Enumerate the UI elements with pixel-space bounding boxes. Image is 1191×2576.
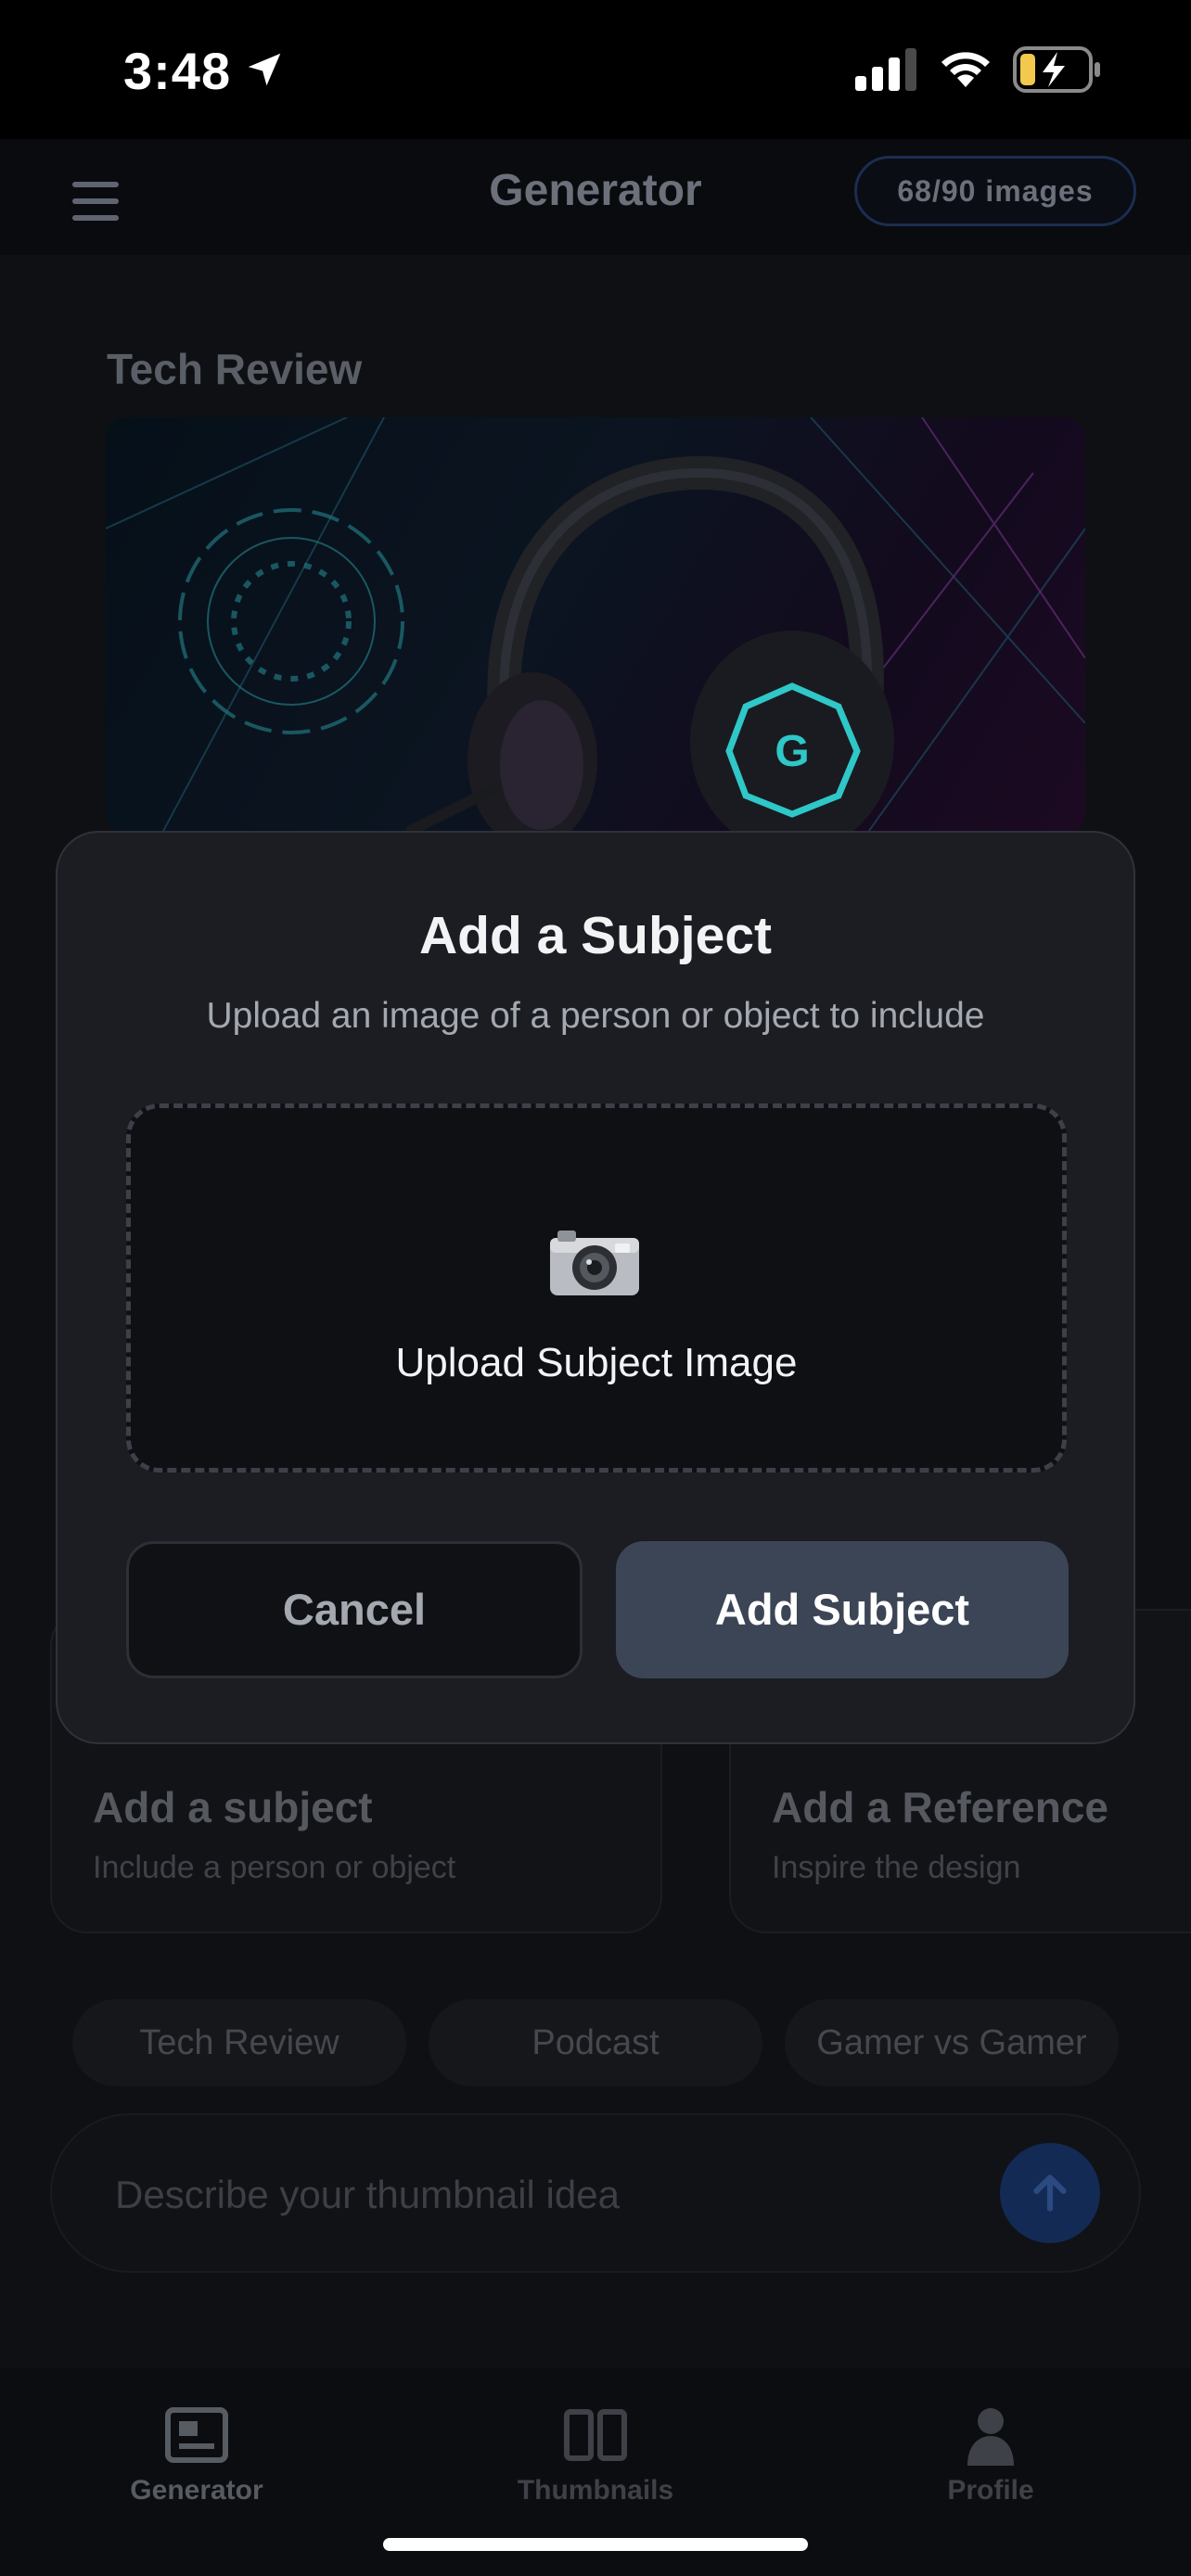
- tab-generator-label: Generator: [130, 2475, 263, 2506]
- upload-subject-dropzone[interactable]: Upload Subject Image: [126, 1103, 1067, 1473]
- person-icon: [967, 2408, 1014, 2466]
- headphones-preview-art: G: [106, 417, 1085, 835]
- tab-thumbnails-label: Thumbnails: [517, 2475, 674, 2506]
- cellular-signal-icon: [855, 48, 916, 91]
- battery-charging-icon: [1013, 46, 1100, 93]
- add-subject-subtitle: Include a person or object: [93, 1850, 456, 1885]
- app-header: Generator 68/90 images: [0, 139, 1191, 255]
- modal-subtitle: Upload an image of a person or object to…: [206, 996, 985, 1036]
- image-icon: [165, 2407, 228, 2463]
- upload-subject-label: Upload Subject Image: [395, 1340, 798, 1385]
- home-indicator: [383, 2538, 808, 2551]
- cancel-button[interactable]: Cancel: [126, 1541, 583, 1678]
- prompt-input[interactable]: Describe your thumbnail idea: [50, 2113, 1141, 2273]
- status-bar: 3:48: [0, 0, 1191, 139]
- columns-icon: [564, 2409, 627, 2461]
- add-subject-title: Add a subject: [93, 1783, 373, 1831]
- add-reference-title: Add a Reference: [772, 1783, 1109, 1831]
- location-arrow-icon: [248, 53, 281, 86]
- arrow-up-icon: [1033, 2174, 1067, 2212]
- template-preview-image[interactable]: G: [106, 417, 1085, 835]
- tab-profile[interactable]: Profile: [852, 2404, 1130, 2506]
- wifi-icon: [941, 52, 990, 87]
- svg-text:G: G: [775, 727, 809, 776]
- send-button[interactable]: [1000, 2143, 1100, 2243]
- add-subject-button[interactable]: Add Subject: [616, 1541, 1069, 1678]
- tab-generator[interactable]: Generator: [58, 2404, 336, 2506]
- template-chip-tech-review[interactable]: Tech Review: [72, 1999, 406, 2086]
- template-chip-gamer-vs-gamer[interactable]: Gamer vs Gamer: [785, 1999, 1119, 2086]
- tab-profile-label: Profile: [947, 2475, 1034, 2506]
- add-reference-subtitle: Inspire the design: [772, 1850, 1021, 1885]
- modal-title: Add a Subject: [418, 906, 773, 965]
- tab-thumbnails[interactable]: Thumbnails: [456, 2404, 735, 2506]
- tab-bar: Generator Thumbnails Profile: [0, 2367, 1191, 2576]
- prompt-placeholder: Describe your thumbnail idea: [115, 2173, 620, 2216]
- camera-icon: [550, 1231, 639, 1295]
- template-title: Tech Review: [107, 345, 363, 393]
- add-subject-modal: Add a Subject Upload an image of a perso…: [56, 831, 1135, 1744]
- status-time: 3:48: [123, 42, 232, 100]
- image-quota-badge: 68/90 images: [854, 156, 1136, 226]
- template-chip-podcast[interactable]: Podcast: [429, 1999, 762, 2086]
